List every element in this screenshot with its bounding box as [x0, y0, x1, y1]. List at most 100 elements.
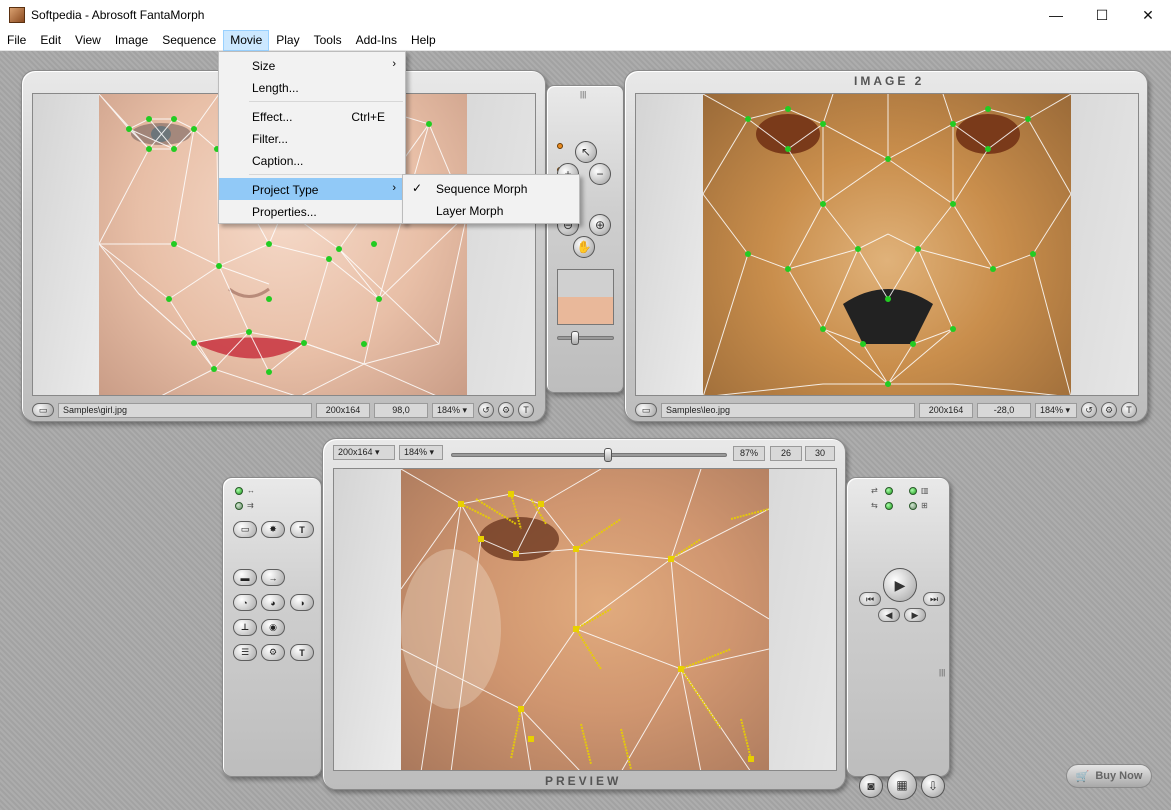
buy-now-button[interactable]: 🛒 Buy Now — [1066, 764, 1152, 788]
menu-item-layer-morph[interactable]: Layer Morph — [403, 199, 579, 221]
menu-tools[interactable]: Tools — [307, 30, 349, 51]
tool-text2-icon[interactable]: T — [290, 644, 314, 661]
led-sequence — [885, 502, 893, 510]
preview-zoom-value: 184% — [404, 447, 428, 457]
menu-image[interactable]: Image — [108, 30, 155, 51]
cart-icon: 🛒 — [1075, 770, 1090, 783]
preview-zoom[interactable]: 184% ▾ — [399, 445, 443, 460]
led-1-icon: ↔ — [247, 486, 255, 495]
tool-mirror-icon[interactable]: ◑ — [290, 594, 314, 611]
image1-path: Samples\girl.jpg — [58, 402, 312, 418]
layer-icon: ⊞ — [921, 501, 928, 510]
next-frame-button[interactable]: ▶ — [904, 608, 926, 622]
export-movie-button[interactable]: ▦ — [887, 770, 917, 800]
image2-label: IMAGE 2 — [854, 74, 925, 88]
last-frame-button[interactable]: ⏭ — [923, 592, 945, 606]
tool-gear-icon[interactable]: ⚙ — [261, 644, 285, 661]
tool-effect-icon[interactable]: ✸ — [261, 521, 285, 538]
menu-sequence[interactable]: Sequence — [155, 30, 223, 51]
tool-length-icon[interactable]: ▬ — [233, 569, 257, 586]
led-2-icon: ⇉ — [247, 501, 254, 510]
tool-text-icon[interactable]: T — [290, 521, 314, 538]
preview-size[interactable]: 200x164 ▾ — [333, 445, 395, 460]
image2-mesh — [703, 94, 1071, 395]
preview-frame: 26 — [770, 446, 802, 461]
menu-item-project-type-label: Project Type — [252, 183, 319, 197]
led-1 — [235, 487, 243, 495]
snapshot-button[interactable]: ◙ — [859, 774, 883, 798]
image1-statusbar: ▭ Samples\girl.jpg 200x164 98,0 184% ▾ ↺… — [32, 402, 536, 418]
preview-frame-area[interactable] — [333, 468, 837, 771]
menu-add-ins[interactable]: Add-Ins — [349, 30, 404, 51]
preview-label: PREVIEW — [545, 774, 622, 788]
preview-frame-slider-track[interactable] — [451, 453, 727, 457]
remove-point-icon[interactable]: − — [589, 163, 611, 185]
image2-open-button[interactable]: ▭ — [635, 403, 657, 417]
tool-fade-in-icon[interactable]: ◔ — [233, 594, 257, 611]
navigator-thumbnail[interactable] — [557, 269, 614, 325]
image2-frame[interactable] — [635, 93, 1139, 396]
image1-value: 98,0 — [374, 402, 428, 418]
menu-item-properties[interactable]: Properties... — [219, 200, 405, 222]
status-dot-1 — [557, 143, 563, 149]
menu-item-properties-label: Properties... — [252, 205, 317, 219]
image1-settings-icon[interactable]: ⚙ — [498, 402, 514, 418]
tool-crop-icon[interactable]: ⊥ — [233, 619, 257, 636]
menu-item-project-type[interactable]: Project Type › — [219, 178, 405, 200]
menu-item-effect-label: Effect... — [252, 110, 293, 124]
menu-item-sequence-morph[interactable]: ✓ Sequence Morph — [403, 177, 579, 199]
image2-rotate-icon[interactable]: ↺ — [1081, 402, 1097, 418]
image2-statusbar: ▭ Samples\leo.jpg 200x164 -28,0 184% ▾ ↺… — [635, 402, 1139, 418]
film-icon: ▥ — [921, 486, 929, 495]
play-button[interactable]: ▶ — [883, 568, 917, 602]
menu-edit[interactable]: Edit — [33, 30, 68, 51]
tool-caption-icon[interactable]: ☰ — [233, 644, 257, 661]
zoom-in-icon[interactable]: ⊕ — [589, 214, 611, 236]
menu-file[interactable]: File — [0, 30, 33, 51]
menu-item-length[interactable]: Length... — [219, 76, 405, 98]
maximize-button[interactable]: ☐ — [1079, 0, 1125, 30]
preview-percent: 87% — [733, 446, 765, 461]
menu-view[interactable]: View — [68, 30, 108, 51]
menu-item-layer-morph-label: Layer Morph — [436, 204, 504, 218]
preview-frame-slider-thumb[interactable] — [604, 448, 613, 462]
image2-photo — [703, 94, 1071, 395]
navigator-slider-track[interactable] — [557, 336, 614, 340]
image1-open-button[interactable]: ▭ — [32, 403, 54, 417]
image1-text-icon[interactable]: T — [518, 402, 534, 418]
image2-settings-icon[interactable]: ⚙ — [1101, 402, 1117, 418]
export-file-button[interactable]: ⇩ — [921, 774, 945, 798]
close-button[interactable]: ✕ — [1125, 0, 1171, 30]
image2-panel: IMAGE 2 ▭ Samples\leo.jpg 200x164 -28,0 … — [624, 70, 1148, 422]
app-icon — [9, 7, 25, 23]
menu-separator — [249, 101, 403, 102]
image1-rotate-icon[interactable]: ↺ — [478, 402, 494, 418]
image1-zoom-value: 184% — [437, 404, 461, 415]
menu-bar: File Edit View Image Sequence Movie Play… — [0, 30, 1171, 51]
prev-frame-button[interactable]: ◀ — [878, 608, 900, 622]
tool-arrow-icon[interactable]: → — [261, 569, 285, 586]
menu-movie[interactable]: Movie — [223, 30, 270, 51]
minimize-button[interactable]: — — [1033, 0, 1079, 30]
image2-zoom[interactable]: 184% ▾ — [1035, 402, 1077, 418]
center-toolbar: ||| ↖ + − ⊕ ⊖ ✋ — [546, 85, 624, 393]
menu-item-effect[interactable]: Effect... Ctrl+E — [219, 105, 405, 127]
movie-menu-dropdown: Size › Length... Effect... Ctrl+E Filter..… — [218, 51, 406, 224]
navigator-slider-thumb[interactable] — [571, 331, 579, 345]
image2-text-icon[interactable]: T — [1121, 402, 1137, 418]
menu-help[interactable]: Help — [404, 30, 443, 51]
led-loop — [885, 487, 893, 495]
menu-play[interactable]: Play — [269, 30, 306, 51]
menu-item-size[interactable]: Size › — [219, 54, 405, 76]
hand-tool-icon[interactable]: ✋ — [573, 236, 595, 258]
tool-fade-out-icon[interactable]: ◕ — [261, 594, 285, 611]
menu-item-length-label: Length... — [252, 81, 299, 95]
tool-eye-icon[interactable]: ◉ — [261, 619, 285, 636]
pointer-tool-icon[interactable]: ↖ — [575, 141, 597, 163]
image1-zoom[interactable]: 184% ▾ — [432, 402, 474, 418]
first-frame-button[interactable]: ⏮ — [859, 592, 881, 606]
checkmark-icon: ✓ — [412, 181, 423, 195]
menu-item-caption[interactable]: Caption... — [219, 149, 405, 171]
menu-item-filter[interactable]: Filter... — [219, 127, 405, 149]
tool-frame-icon[interactable]: ▭ — [233, 521, 257, 538]
